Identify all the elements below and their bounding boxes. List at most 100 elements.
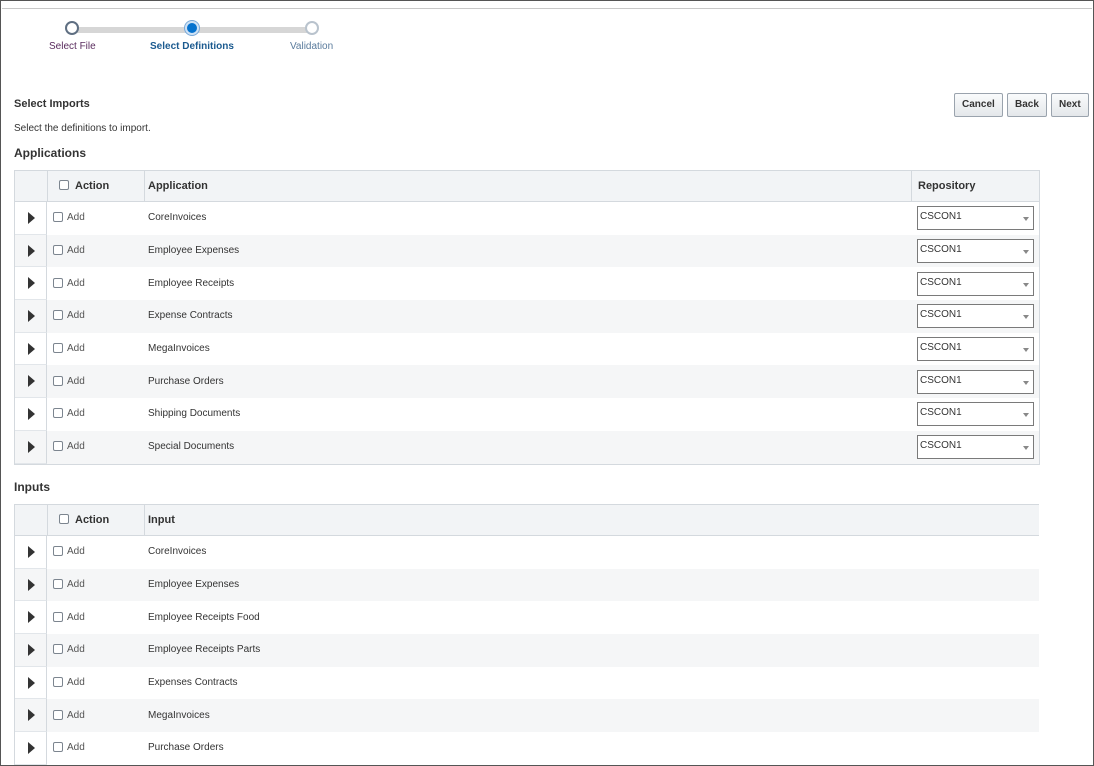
table-row: Add Employee Receipts Parts	[15, 634, 1039, 667]
expand-triangle-icon	[28, 611, 35, 624]
expand-triangle-icon	[28, 309, 35, 322]
input-name: Purchase Orders	[148, 742, 224, 754]
table-row: Add Expenses Contracts	[15, 666, 1039, 700]
add-checkbox[interactable]	[53, 441, 63, 452]
add-label: Add	[67, 709, 85, 721]
expand-triangle-icon	[28, 277, 35, 290]
expand-triangle-icon	[28, 440, 35, 453]
add-label: Add	[67, 644, 85, 656]
add-checkbox[interactable]	[53, 677, 63, 688]
input-name: Employee Receipts Food	[148, 611, 260, 623]
add-checkbox[interactable]	[53, 611, 63, 622]
action-column-header: Action	[48, 505, 145, 535]
add-checkbox[interactable]	[53, 709, 63, 720]
expand-triangle-icon	[28, 578, 35, 591]
repository-select[interactable]: CSCON1	[917, 271, 1034, 296]
expand-row-toggle[interactable]	[15, 202, 47, 235]
table-row: Add Purchase Orders CSCON1	[15, 365, 1039, 399]
add-checkbox[interactable]	[53, 212, 63, 223]
action-column-label: Action	[75, 514, 110, 526]
add-checkbox[interactable]	[53, 644, 63, 655]
application-name: Expense Contracts	[148, 310, 233, 322]
chevron-down-icon	[1023, 315, 1029, 320]
expand-row-toggle[interactable]	[15, 300, 47, 333]
repository-select[interactable]: CSCON1	[917, 239, 1034, 264]
expand-row-toggle[interactable]	[15, 398, 47, 431]
repository-select-value: CSCON1	[920, 244, 962, 256]
input-name: Expenses Contracts	[148, 677, 238, 689]
add-label: Add	[67, 245, 85, 257]
select-all-checkbox[interactable]	[59, 180, 69, 190]
add-checkbox[interactable]	[53, 277, 63, 288]
add-label: Add	[67, 579, 85, 591]
table-row: Add Special Documents CSCON1	[15, 430, 1039, 464]
expand-triangle-icon	[28, 545, 35, 558]
table-row: Add Shipping Documents CSCON1	[15, 398, 1039, 431]
input-name: MegaInvoices	[148, 709, 210, 721]
train-label-select-file[interactable]: Select File	[49, 41, 96, 52]
table-row: Add Employee Receipts CSCON1	[15, 267, 1039, 301]
repository-select[interactable]: CSCON1	[917, 304, 1034, 329]
repository-select[interactable]: CSCON1	[917, 369, 1034, 394]
repository-select[interactable]: CSCON1	[917, 435, 1034, 460]
add-checkbox[interactable]	[53, 742, 63, 753]
top-divider	[2, 8, 1092, 9]
repository-select-value: CSCON1	[920, 440, 962, 452]
add-label: Add	[67, 343, 85, 355]
expand-row-toggle[interactable]	[15, 267, 47, 301]
inputs-table-body: Add CoreInvoices Add Employee Expenses Add Em…	[15, 536, 1039, 765]
next-button[interactable]: Next	[1051, 93, 1089, 117]
select-all-checkbox[interactable]	[59, 514, 69, 524]
add-label: Add	[67, 441, 85, 453]
cancel-button[interactable]: Cancel	[954, 93, 1003, 117]
applications-table: Action Application Repository Add CoreInv…	[14, 170, 1040, 465]
expand-row-toggle[interactable]	[15, 601, 47, 635]
repository-select[interactable]: CSCON1	[917, 206, 1034, 231]
application-name: CoreInvoices	[148, 212, 207, 224]
add-checkbox[interactable]	[53, 375, 63, 386]
wizard-train: Select File Select Definitions Validatio…	[30, 18, 360, 62]
expand-row-toggle[interactable]	[15, 634, 47, 667]
add-label: Add	[67, 212, 85, 224]
add-checkbox[interactable]	[53, 343, 63, 354]
train-stop-select-file[interactable]	[65, 21, 79, 35]
train-stop-validation[interactable]	[305, 21, 319, 35]
repository-column-header: Repository	[911, 171, 1039, 201]
expand-triangle-icon	[28, 676, 35, 689]
expand-row-toggle[interactable]	[15, 365, 47, 399]
applications-table-body: Add CoreInvoices CSCON1 Add Employee Expense…	[15, 202, 1039, 464]
chevron-down-icon	[1023, 348, 1029, 353]
expand-row-toggle[interactable]	[15, 536, 47, 569]
repository-select[interactable]: CSCON1	[917, 402, 1034, 427]
add-checkbox[interactable]	[53, 579, 63, 590]
table-row: Add CoreInvoices CSCON1	[15, 202, 1039, 235]
repository-select-value: CSCON1	[920, 407, 962, 419]
expand-row-toggle[interactable]	[15, 732, 47, 765]
expand-row-toggle[interactable]	[15, 699, 47, 733]
chevron-down-icon	[1023, 282, 1029, 287]
train-label-validation[interactable]: Validation	[290, 41, 333, 52]
input-name: Employee Expenses	[148, 579, 240, 591]
add-label: Add	[67, 677, 85, 689]
add-checkbox[interactable]	[53, 546, 63, 557]
expand-triangle-icon	[28, 375, 35, 388]
expand-row-toggle[interactable]	[15, 568, 47, 602]
table-row: Add Purchase Orders	[15, 732, 1039, 765]
expand-triangle-icon	[28, 342, 35, 355]
expand-column-header	[15, 171, 48, 201]
expand-row-toggle[interactable]	[15, 430, 47, 464]
back-button[interactable]: Back	[1007, 93, 1047, 117]
applications-table-header: Action Application Repository	[15, 170, 1039, 202]
train-stop-select-definitions[interactable]	[185, 21, 199, 35]
expand-row-toggle[interactable]	[15, 666, 47, 700]
inputs-heading: Inputs	[14, 480, 50, 494]
add-checkbox[interactable]	[53, 245, 63, 256]
add-checkbox[interactable]	[53, 408, 63, 419]
add-checkbox[interactable]	[53, 310, 63, 321]
repository-select[interactable]: CSCON1	[917, 337, 1034, 362]
input-name: Employee Receipts Parts	[148, 644, 261, 656]
applications-heading: Applications	[14, 146, 87, 160]
expand-row-toggle[interactable]	[15, 234, 47, 268]
expand-row-toggle[interactable]	[15, 332, 47, 366]
repository-select-value: CSCON1	[920, 211, 962, 223]
